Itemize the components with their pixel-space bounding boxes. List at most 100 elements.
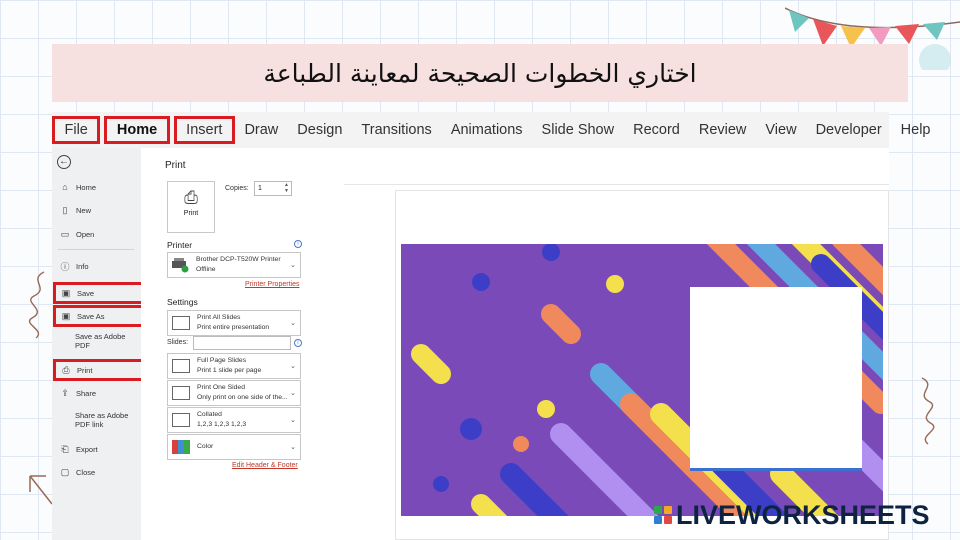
chevron-down-icon: ⌄ <box>290 363 296 370</box>
tab-view[interactable]: View <box>756 116 806 144</box>
chevron-down-icon: ⌄ <box>290 444 296 451</box>
slide-preview <box>401 244 883 516</box>
nav-open-label: Open <box>76 229 95 239</box>
tab-animations[interactable]: Animations <box>441 116 532 144</box>
swirl-decoration-left <box>29 271 45 339</box>
nav-print[interactable]: ⎙ Print <box>53 359 146 381</box>
tab-insert[interactable]: Insert <box>173 116 235 144</box>
nav-save-label: Save <box>77 288 95 298</box>
nav-save[interactable]: ▣ Save <box>53 282 146 304</box>
printer-icon: ⎙ <box>184 188 198 207</box>
new-document-icon: ▯ <box>62 204 68 215</box>
tab-file[interactable]: File <box>52 116 101 144</box>
printer-device-icon <box>172 258 189 273</box>
setting4-line1: Collated <box>197 411 222 418</box>
setting1-line2: Print entire presentation <box>197 324 270 331</box>
close-icon: ▢ <box>60 466 70 477</box>
instruction-banner: اختاري الخطوات الصحيحة لمعاينة الطباعة <box>52 44 908 102</box>
nav-close[interactable]: ▢ Close <box>55 463 143 481</box>
liveworksheets-logo: LIVEWORKSHEETS <box>654 499 930 530</box>
setting4-line2: 1,2,3 1,2,3 1,2,3 <box>197 421 247 428</box>
backstage-nav: ← ⌂ Home ▯ New ▭ Open ⓘ Info ▣ Save ▣ Sa… <box>52 148 146 540</box>
nav-save-as[interactable]: ▣ Save As <box>53 305 146 327</box>
nav-home[interactable]: ⌂ Home <box>55 178 143 196</box>
nav-info-label: Info <box>76 261 89 271</box>
edit-header-footer-link[interactable]: Edit Header & Footer <box>232 462 298 469</box>
folder-icon: ▭ <box>60 228 70 239</box>
tab-draw[interactable]: Draw <box>235 116 288 144</box>
tab-help[interactable]: Help <box>891 116 940 144</box>
info-icon: ⓘ <box>60 261 70 272</box>
layout-dropdown[interactable]: Full Page Slides Print 1 slide per page … <box>167 353 301 379</box>
preview-divider <box>344 184 889 185</box>
instruction-text: اختاري الخطوات الصحيحة لمعاينة الطباعة <box>263 58 697 88</box>
color-icon <box>172 440 190 454</box>
spinner-arrows-icon[interactable]: ▲ ▼ <box>284 182 289 194</box>
save-icon: ▣ <box>61 287 71 298</box>
nav-share-adobe-label-2: PDF link <box>75 420 104 429</box>
color-dropdown[interactable]: Color ⌄ <box>167 434 301 460</box>
logo-mark-icon <box>654 506 672 524</box>
nav-share[interactable]: ⇪ Share <box>55 384 143 402</box>
logo-text: LIVEWORKSHEETS <box>676 499 930 530</box>
print-settings-panel: Print ⎙ Print Copies: 1 ▲ ▼ Printer i Bro… <box>141 148 307 540</box>
printer-dropdown[interactable]: Brother DCP-T520W Printer Offline ⌄ <box>167 252 301 278</box>
nav-share-adobe-label-1: Share as Adobe <box>75 411 129 420</box>
nav-close-label: Close <box>76 467 96 477</box>
info-icon[interactable]: i <box>294 240 302 248</box>
nav-divider <box>58 249 134 250</box>
home-icon: ⌂ <box>62 182 68 192</box>
nav-export[interactable]: ⎗ Export <box>55 440 143 458</box>
one-sided-icon <box>172 386 190 400</box>
tab-developer[interactable]: Developer <box>806 116 891 144</box>
tab-home[interactable]: Home <box>104 116 170 144</box>
nav-share-label: Share <box>76 388 97 398</box>
print-button[interactable]: ⎙ Print <box>167 181 215 233</box>
copies-input[interactable]: 1 ▲ ▼ <box>254 181 292 196</box>
tab-design[interactable]: Design <box>288 116 352 144</box>
share-icon: ⇪ <box>61 387 69 398</box>
setting3-line2: Only print on one side of the... <box>197 394 288 401</box>
printer-heading: Printer <box>167 240 193 250</box>
chevron-down-icon: ⌄ <box>290 390 296 397</box>
tab-slide-show[interactable]: Slide Show <box>532 116 624 144</box>
setting3-line1: Print One Sided <box>197 384 245 391</box>
export-icon: ⎗ <box>61 443 69 454</box>
setting2-line2: Print 1 slide per page <box>197 367 262 374</box>
slide-content-box <box>690 287 862 471</box>
chevron-down-icon: ⌄ <box>290 417 296 424</box>
ribbon-tabs: File Home Insert Draw Design Transitions… <box>52 112 930 148</box>
chevron-down-icon: ⌄ <box>290 320 296 327</box>
tab-record[interactable]: Record <box>624 116 690 144</box>
collation-dropdown[interactable]: Collated 1,2,3 1,2,3 1,2,3 ⌄ <box>167 407 301 433</box>
nav-save-as-adobe-pdf[interactable]: Save as Adobe PDF <box>55 332 143 356</box>
tab-review[interactable]: Review <box>689 116 756 144</box>
slides-icon <box>172 316 190 330</box>
nav-save-as-label: Save As <box>77 311 105 321</box>
chevron-down-icon: ⌄ <box>290 262 296 269</box>
nav-export-label: Export <box>76 444 98 454</box>
printer-icon: ⎙ <box>62 364 70 375</box>
nav-save-as-adobe-label-2: PDF <box>75 341 90 350</box>
nav-new[interactable]: ▯ New <box>55 201 143 219</box>
save-as-icon: ▣ <box>61 310 71 321</box>
nav-info[interactable]: ⓘ Info <box>55 257 143 275</box>
swirl-decoration-right <box>921 377 935 445</box>
slides-input[interactable] <box>193 336 291 350</box>
printer-status: Offline <box>196 266 216 273</box>
printer-name: Brother DCP-T520W Printer <box>196 256 281 263</box>
printer-properties-link[interactable]: Printer Properties <box>245 281 299 288</box>
sides-dropdown[interactable]: Print One Sided Only print on one side o… <box>167 380 301 406</box>
copies-value: 1 <box>258 185 262 192</box>
info-icon[interactable]: i <box>294 339 302 347</box>
back-arrow-icon[interactable]: ← <box>57 155 71 169</box>
full-page-icon <box>172 359 190 373</box>
print-range-dropdown[interactable]: Print All Slides Print entire presentati… <box>167 310 301 336</box>
tab-transitions[interactable]: Transitions <box>352 116 441 144</box>
collated-icon <box>172 413 190 427</box>
nav-open[interactable]: ▭ Open <box>55 225 143 243</box>
nav-share-adobe-pdf[interactable]: Share as Adobe PDF link <box>55 411 143 435</box>
setting5-line1: Color <box>197 443 214 450</box>
nav-print-label: Print <box>77 365 93 375</box>
copies-label: Copies: <box>225 185 249 192</box>
